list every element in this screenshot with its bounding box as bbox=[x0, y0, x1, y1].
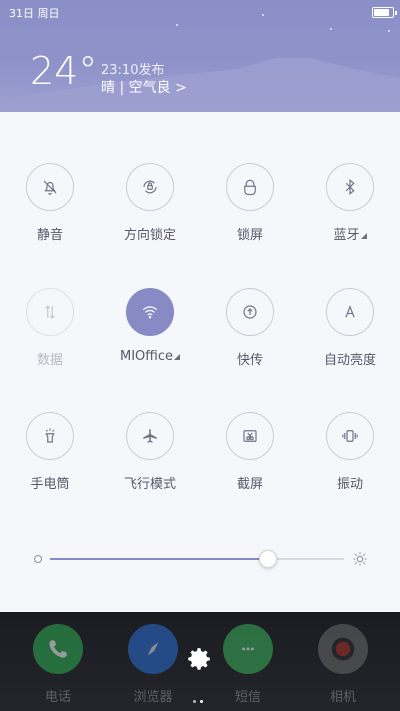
toggle-label: 手电筒 bbox=[30, 477, 70, 492]
dock-app-label: 短信 bbox=[234, 690, 261, 705]
toggle-vibrate[interactable]: 振动 bbox=[300, 412, 400, 492]
dock-app-label: 浏览器 bbox=[133, 690, 173, 705]
brightness-track[interactable] bbox=[50, 550, 344, 568]
toggle-circle[interactable] bbox=[226, 163, 274, 211]
bell-off-icon bbox=[43, 180, 57, 195]
toggle-label: 锁屏 bbox=[236, 228, 263, 243]
weather-header[interactable]: 31日 周日 24° 23:10发布 晴 | 空气良 > bbox=[0, 0, 400, 112]
toggle-mobile-data[interactable]: 数据 bbox=[0, 288, 100, 368]
dock-app-camera[interactable]: 相机 bbox=[293, 624, 393, 705]
toggle-label: 振动 bbox=[336, 477, 363, 492]
lock-icon bbox=[244, 179, 256, 196]
brightness-low-icon bbox=[34, 555, 42, 563]
toggle-circle[interactable] bbox=[26, 288, 74, 336]
toggle-airplane-mode[interactable]: 飞行模式 bbox=[100, 412, 200, 492]
toggle-label: MIOffice bbox=[120, 349, 173, 364]
toggle-label: 蓝牙 bbox=[333, 228, 360, 243]
phone-app-icon[interactable] bbox=[33, 624, 83, 674]
toggle-circle[interactable] bbox=[226, 288, 274, 336]
battery-icon bbox=[372, 7, 397, 18]
toggle-lock-screen[interactable]: 锁屏 bbox=[200, 163, 300, 243]
expand-triangle-icon[interactable] bbox=[360, 233, 367, 239]
flashlight-icon bbox=[45, 428, 55, 443]
vibrate-icon bbox=[342, 430, 358, 442]
bluetooth-icon bbox=[345, 179, 355, 195]
expand-triangle-icon[interactable] bbox=[174, 354, 180, 360]
toggle-circle[interactable] bbox=[26, 412, 74, 460]
toggle-label: 数据 bbox=[36, 353, 63, 368]
toggle-mute[interactable]: 静音 bbox=[0, 163, 100, 243]
page-indicator bbox=[193, 688, 207, 707]
toggle-circle[interactable] bbox=[326, 163, 374, 211]
star bbox=[388, 30, 390, 32]
toggle-label-with-menu: 蓝牙 bbox=[300, 224, 400, 243]
toggle-label: 方向锁定 bbox=[123, 228, 176, 243]
screenshot-icon bbox=[243, 430, 257, 442]
settings-gear-icon[interactable] bbox=[187, 646, 213, 672]
auto-brightness-icon bbox=[345, 305, 355, 318]
mobile-data-icon bbox=[45, 305, 55, 319]
toggle-circle[interactable] bbox=[226, 412, 274, 460]
status-bar: 31日 周日 bbox=[9, 3, 397, 21]
toggle-flashlight[interactable]: 手电筒 bbox=[0, 412, 100, 492]
toggle-label: 快传 bbox=[236, 353, 263, 368]
rotation-lock-icon bbox=[143, 180, 157, 194]
dock-app-label: 电话 bbox=[44, 690, 71, 705]
toggle-wifi[interactable]: MIOffice bbox=[100, 288, 200, 364]
weather-update-time: 23:10发布 bbox=[101, 63, 165, 78]
dock-app-label: 相机 bbox=[329, 690, 356, 705]
toggle-label: 自动亮度 bbox=[323, 353, 376, 368]
toggle-label: 静音 bbox=[36, 228, 63, 243]
toggle-circle[interactable] bbox=[326, 288, 374, 336]
star bbox=[176, 24, 178, 26]
status-date: 31日 周日 bbox=[9, 7, 60, 20]
browser-app-icon[interactable] bbox=[128, 624, 178, 674]
toggle-circle[interactable] bbox=[26, 163, 74, 211]
wifi-icon bbox=[142, 306, 158, 319]
quick-settings-panel: 静音 方向锁定 锁屏 蓝牙 数据 MIOffice 快传 自动亮度 手电筒 飞行… bbox=[0, 112, 400, 612]
star bbox=[330, 28, 332, 30]
toggle-bluetooth[interactable]: 蓝牙 bbox=[300, 163, 400, 243]
brightness-fill bbox=[50, 558, 268, 560]
toggle-circle[interactable] bbox=[126, 288, 174, 336]
toggle-circle[interactable] bbox=[126, 163, 174, 211]
quick-share-icon bbox=[243, 305, 257, 319]
brightness-slider[interactable] bbox=[32, 545, 372, 575]
dock-app-phone[interactable]: 电话 bbox=[8, 624, 108, 705]
camera-app-icon[interactable] bbox=[318, 624, 368, 674]
toggle-quick-share[interactable]: 快传 bbox=[200, 288, 300, 368]
messages-app-icon[interactable] bbox=[223, 624, 273, 674]
toggle-circle[interactable] bbox=[126, 412, 174, 460]
brightness-thumb[interactable] bbox=[258, 550, 277, 568]
airplane-icon bbox=[143, 429, 157, 443]
temperature: 24° bbox=[30, 49, 98, 93]
toggle-label-with-menu: MIOffice bbox=[100, 349, 200, 364]
toggle-auto-brightness[interactable]: 自动亮度 bbox=[300, 288, 400, 368]
page-dot bbox=[193, 700, 196, 703]
dock-app-messages[interactable]: 短信 bbox=[198, 624, 298, 705]
toggle-label: 截屏 bbox=[236, 477, 263, 492]
toggle-label: 飞行模式 bbox=[123, 477, 176, 492]
battery-fill bbox=[374, 9, 390, 16]
page-dot-active bbox=[200, 700, 203, 703]
weather-condition[interactable]: 晴 | 空气良 > bbox=[101, 77, 187, 97]
toggle-rotation-lock[interactable]: 方向锁定 bbox=[100, 163, 200, 243]
brightness-high-icon bbox=[353, 552, 367, 566]
toggle-circle[interactable] bbox=[326, 412, 374, 460]
toggle-screenshot[interactable]: 截屏 bbox=[200, 412, 300, 492]
